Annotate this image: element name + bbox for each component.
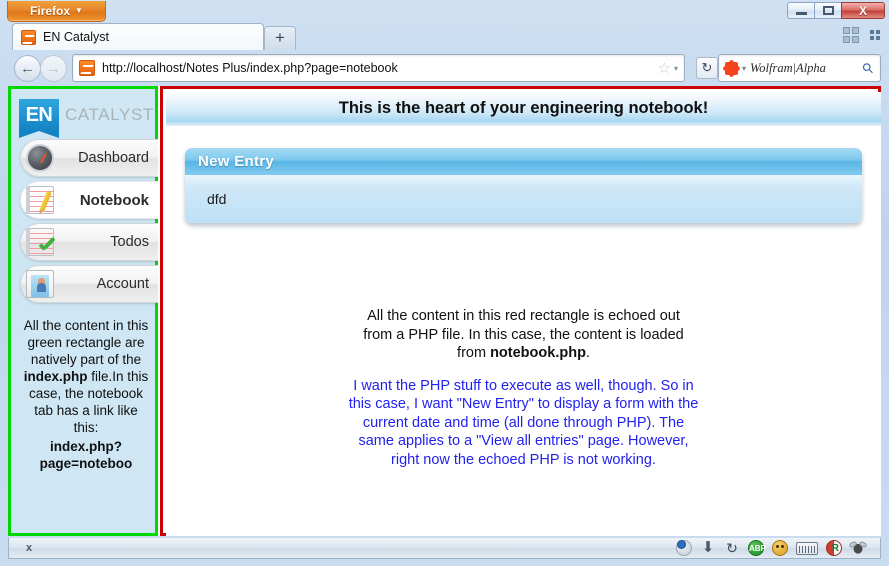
reload-icon: ↻ [702, 60, 713, 76]
tab-label: EN Catalyst [43, 30, 109, 44]
sidebar-item-label: Notebook [54, 192, 158, 209]
minimize-button[interactable] [787, 2, 815, 19]
status-bar-addons: ⬇ ↻ ABP R [676, 540, 880, 556]
firefox-menu-label: Firefox [30, 4, 70, 18]
sidebar: EN CATALYST Dashboard Notebook Todos [14, 92, 158, 536]
navigation-toolbar: ← → http://localhost/Notes Plus/index.ph… [0, 50, 889, 86]
notebook-check-icon [26, 228, 54, 256]
firefox-menu-button[interactable]: Firefox ▼ [7, 1, 106, 22]
sidebar-note-code: index.php?page=noteboo [22, 438, 150, 472]
close-window-button[interactable]: X [841, 2, 885, 19]
url-bar[interactable]: http://localhost/Notes Plus/index.php?pa… [72, 54, 685, 82]
xampp-favicon-icon [21, 30, 36, 45]
search-bar[interactable]: ▾ Wolfram|Alpha ⚲ [718, 54, 881, 82]
greasemonkey-icon[interactable] [772, 540, 788, 556]
sidebar-item-todos[interactable]: Todos [20, 223, 158, 261]
gauge-icon [26, 144, 54, 172]
sidebar-item-label: Todos [54, 234, 158, 250]
grid-dots-icon[interactable] [870, 30, 881, 41]
chevron-down-icon[interactable]: ▾ [674, 64, 678, 73]
sidebar-item-notebook[interactable]: Notebook [20, 181, 158, 219]
sidebar-item-label: Account [54, 276, 158, 292]
paragraph-blue: I want the PHP stuff to execute as well,… [348, 377, 700, 470]
sidebar-note: All the content in this green rectangle … [14, 307, 158, 472]
close-icon: X [859, 4, 867, 18]
readability-icon[interactable]: R [826, 540, 842, 556]
sidebar-note-bold: index.php [24, 369, 88, 384]
bookmark-star-icon[interactable]: ☆ [658, 59, 671, 77]
content-red-region: This is the heart of your engineering no… [160, 86, 881, 536]
maximize-button[interactable] [814, 2, 842, 19]
paragraph-black: All the content in this red rectangle is… [359, 307, 689, 363]
title-bar: Firefox ▼ X [0, 0, 889, 22]
main-content: This is the heart of your engineering no… [166, 92, 881, 536]
back-button[interactable]: ← [14, 55, 41, 82]
back-arrow-icon: ← [20, 61, 35, 76]
panel-title: New Entry [198, 153, 274, 170]
logo-wordmark: CATALYST [65, 105, 154, 125]
chevron-down-icon: ▼ [75, 6, 83, 15]
sidebar-item-label: Dashboard [54, 150, 158, 166]
status-close-icon[interactable]: x [26, 542, 32, 554]
new-entry-panel: New Entry dfd [185, 148, 862, 223]
sidebar-item-account[interactable]: Account [20, 265, 158, 303]
info-badge-icon[interactable] [676, 540, 692, 556]
minimize-icon [796, 12, 807, 15]
panel-header[interactable]: New Entry [185, 148, 862, 175]
page-banner: This is the heart of your engineering no… [166, 92, 881, 126]
sync-icon[interactable]: ↻ [724, 540, 740, 556]
paragraph-black-part2: . [586, 345, 590, 361]
page-viewport: EN CATALYST Dashboard Notebook Todos [8, 86, 881, 536]
url-text: http://localhost/Notes Plus/index.php?pa… [102, 61, 658, 75]
window-controls: X [788, 2, 885, 20]
firefox-window: Firefox▼ X EN Catalyst + ← → ht [0, 0, 889, 566]
search-engine-label: Wolfram|Alpha [750, 61, 863, 76]
site-favicon-icon [79, 60, 95, 76]
paragraph-black-bold: notebook.php [490, 345, 586, 361]
tab-strip-actions [843, 27, 881, 44]
panel-body: dfd [185, 175, 862, 223]
tab-en-catalyst[interactable]: EN Catalyst [12, 23, 264, 50]
tab-strip: EN Catalyst + [0, 22, 889, 50]
chevron-down-icon[interactable]: ▾ [742, 64, 746, 73]
new-tab-button[interactable]: + [264, 26, 296, 50]
status-bar: x ⬇ ↻ ABP R [8, 538, 881, 559]
app-logo: EN CATALYST [19, 97, 158, 133]
url-bar-actions: ☆ ▾ [658, 59, 684, 77]
wolfram-alpha-icon [724, 61, 739, 76]
sidebar-item-dashboard[interactable]: Dashboard [20, 139, 158, 177]
meter-icon[interactable] [796, 542, 818, 555]
maximize-icon [823, 6, 834, 15]
page-title: This is the heart of your engineering no… [339, 99, 708, 118]
forward-button[interactable]: → [40, 55, 67, 82]
sidebar-green-region: EN CATALYST Dashboard Notebook Todos [8, 86, 158, 536]
notebook-pencil-icon [26, 186, 54, 214]
download-arrow-icon[interactable]: ⬇ [700, 540, 716, 556]
adblock-plus-icon[interactable]: ABP [748, 540, 764, 556]
panels-icon[interactable] [843, 27, 860, 44]
plus-icon: + [275, 28, 285, 47]
logo-badge: EN [19, 99, 59, 131]
person-card-icon [26, 270, 54, 298]
sidebar-note-part1: All the content in this green rectangle … [24, 318, 149, 367]
reload-button[interactable]: ↻ [696, 57, 718, 79]
panel-entry-text: dfd [207, 191, 226, 207]
firebug-icon[interactable] [850, 540, 866, 556]
forward-arrow-icon: → [46, 61, 61, 76]
